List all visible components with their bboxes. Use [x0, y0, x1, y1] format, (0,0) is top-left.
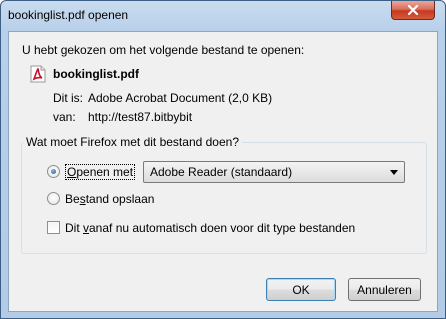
auto-action-checkbox[interactable] — [47, 221, 60, 234]
open-with-app-select[interactable]: Adobe Reader (standaard) — [143, 161, 405, 183]
action-group-legend: Wat moet Firefox met dit bestand doen? — [23, 135, 242, 149]
open-with-radio[interactable] — [47, 165, 60, 178]
chevron-down-icon — [390, 170, 398, 175]
pdf-file-icon — [30, 65, 46, 83]
file-source-label: van: — [53, 110, 76, 124]
close-button[interactable] — [391, 1, 435, 20]
cancel-button[interactable]: Annuleren — [348, 278, 421, 301]
file-type-label: Dit is: — [53, 91, 83, 105]
ok-button[interactable]: OK — [266, 278, 336, 301]
dialog-window: bookinglist.pdf openen U hebt gekozen om… — [0, 0, 446, 319]
title-bar[interactable]: bookinglist.pdf openen — [1, 1, 445, 31]
file-source-value: http://test87.bitbybit — [88, 110, 193, 124]
save-file-radio[interactable] — [47, 192, 60, 205]
dialog-body: U hebt gekozen om het volgende bestand t… — [8, 31, 438, 312]
intro-text: U hebt gekozen om het volgende bestand t… — [22, 43, 305, 57]
open-with-label[interactable]: Openen met — [65, 164, 136, 180]
close-x-icon — [407, 5, 419, 15]
window-title: bookinglist.pdf openen — [8, 8, 129, 22]
save-file-label[interactable]: Bestand opslaan — [65, 192, 154, 206]
open-with-app-value: Adobe Reader (standaard) — [150, 165, 293, 179]
auto-action-label[interactable]: Dit vanaf nu automatisch doen voor dit t… — [65, 221, 355, 235]
file-name: bookinglist.pdf — [53, 67, 139, 81]
file-type-value: Adobe Acrobat Document (2,0 KB) — [88, 91, 273, 105]
